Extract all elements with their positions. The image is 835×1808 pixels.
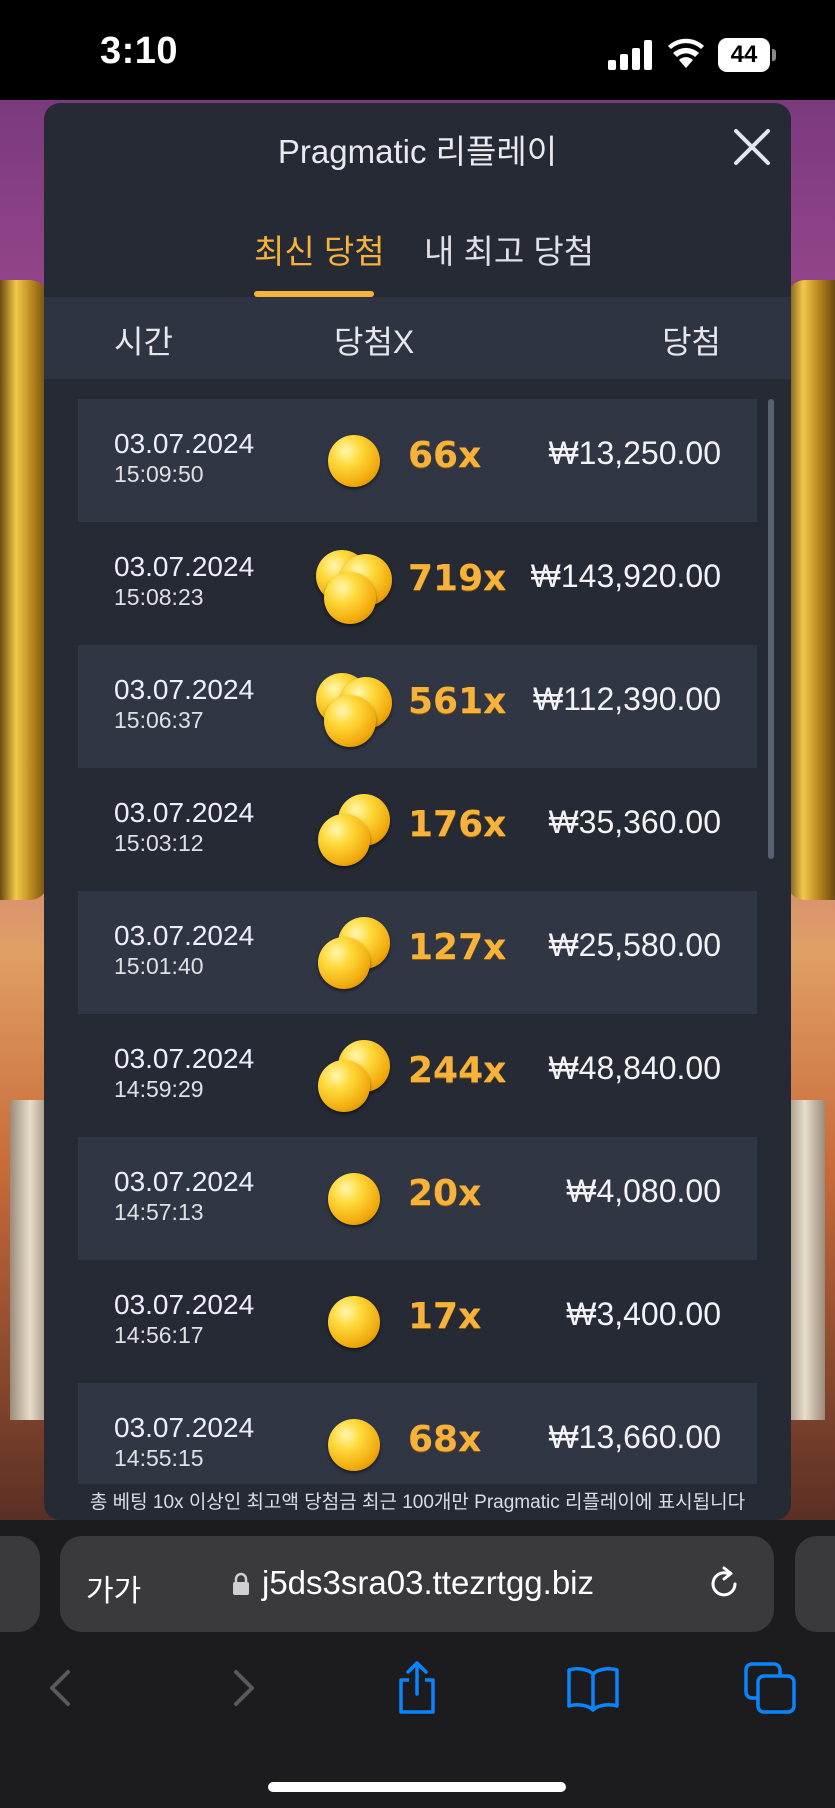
coin-icon bbox=[314, 1282, 394, 1362]
lock-icon bbox=[233, 1572, 249, 1595]
gold-coin bbox=[328, 1173, 380, 1225]
win-multiplier: 244x bbox=[408, 1050, 507, 1091]
win-time: 14:56:17 bbox=[114, 1322, 204, 1348]
battery-level: 44 bbox=[718, 38, 770, 72]
win-time: 14:59:29 bbox=[114, 1076, 204, 1102]
win-time: 14:57:13 bbox=[114, 1199, 204, 1225]
win-amount: ₩35,360.00 bbox=[548, 804, 721, 840]
back-icon[interactable] bbox=[34, 1660, 90, 1716]
win-multiplier: 561x bbox=[408, 681, 507, 722]
win-amount: ₩3,400.00 bbox=[566, 1296, 721, 1332]
text-size-button[interactable]: 가가 bbox=[86, 1566, 141, 1610]
battery-icon: 44 bbox=[718, 38, 776, 72]
win-date: 03.07.2024 bbox=[114, 1043, 255, 1074]
coin-icon bbox=[314, 1159, 394, 1239]
home-indicator bbox=[268, 1782, 566, 1792]
coin-pair-icon bbox=[314, 790, 394, 870]
coin-pair-icon bbox=[314, 1036, 394, 1116]
status-time: 3:10 bbox=[100, 30, 179, 72]
win-time: 15:09:50 bbox=[114, 461, 204, 487]
win-multiplier: 719x bbox=[408, 558, 507, 599]
win-date: 03.07.2024 bbox=[114, 920, 255, 951]
win-row[interactable]: 03.07.2024 15:03:12 176x ₩35,360.00 bbox=[78, 768, 757, 891]
win-time: 15:03:12 bbox=[114, 830, 204, 856]
gold-pillar-left bbox=[0, 280, 48, 900]
win-row[interactable]: 03.07.2024 14:55:15 68x ₩13,660.00 bbox=[78, 1383, 757, 1484]
column-multiplier: 당첨X bbox=[334, 324, 415, 360]
marble-column-right bbox=[785, 1100, 825, 1420]
gold-coin bbox=[318, 1060, 370, 1112]
list-scrollbar[interactable] bbox=[768, 399, 774, 859]
win-date: 03.07.2024 bbox=[114, 1289, 255, 1320]
gold-coin bbox=[318, 937, 370, 989]
win-date: 03.07.2024 bbox=[114, 797, 255, 828]
next-tab-preview[interactable] bbox=[795, 1536, 835, 1632]
win-multiplier: 68x bbox=[408, 1419, 482, 1460]
gold-pillar-right bbox=[787, 280, 835, 900]
win-row[interactable]: 03.07.2024 15:08:23 719x ₩143,920.00 bbox=[78, 522, 757, 645]
win-multiplier: 17x bbox=[408, 1296, 482, 1337]
gold-coin bbox=[328, 1419, 380, 1471]
win-time: 15:08:23 bbox=[114, 584, 204, 610]
coin-stack-icon bbox=[314, 544, 394, 624]
gold-coin bbox=[328, 1296, 380, 1348]
replay-modal: Pragmatic 리플레이 최신 당첨 내 최고 당첨 시간 당첨X 당첨 0… bbox=[44, 103, 791, 1520]
wifi-icon bbox=[668, 38, 704, 68]
win-time: 15:01:40 bbox=[114, 953, 204, 979]
gold-coin bbox=[318, 814, 370, 866]
win-list[interactable]: 03.07.2024 15:09:50 66x ₩13,250.00 03.07… bbox=[78, 399, 757, 1484]
win-date: 03.07.2024 bbox=[114, 1412, 255, 1443]
win-multiplier: 127x bbox=[408, 927, 507, 968]
win-time: 15:06:37 bbox=[114, 707, 204, 733]
coin-stack-icon bbox=[314, 667, 394, 747]
coin-pair-icon bbox=[314, 913, 394, 993]
win-multiplier: 20x bbox=[408, 1173, 482, 1214]
win-amount: ₩48,840.00 bbox=[548, 1050, 721, 1086]
win-row[interactable]: 03.07.2024 15:09:50 66x ₩13,250.00 bbox=[78, 399, 757, 522]
win-multiplier: 176x bbox=[408, 804, 507, 845]
coin-icon bbox=[314, 421, 394, 501]
column-win: 당첨 bbox=[662, 324, 721, 360]
tab-latest-wins[interactable]: 최신 당첨 bbox=[254, 225, 385, 273]
gold-coin bbox=[324, 572, 376, 624]
tab-my-best-wins[interactable]: 내 최고 당첨 bbox=[424, 225, 594, 273]
win-amount: ₩25,580.00 bbox=[548, 927, 721, 963]
reload-icon[interactable] bbox=[704, 1564, 744, 1604]
win-multiplier: 66x bbox=[408, 435, 482, 476]
win-amount: ₩13,660.00 bbox=[548, 1419, 721, 1455]
win-row[interactable]: 03.07.2024 14:57:13 20x ₩4,080.00 bbox=[78, 1137, 757, 1260]
win-time: 14:55:15 bbox=[114, 1445, 204, 1471]
bookmarks-icon[interactable] bbox=[565, 1660, 621, 1716]
modal-title: Pragmatic 리플레이 bbox=[277, 133, 558, 170]
share-icon[interactable] bbox=[389, 1660, 445, 1716]
coin-icon bbox=[314, 1405, 394, 1484]
footnote: 총 베팅 10x 이상인 최고액 당첨금 최근 100개만 Pragmatic … bbox=[89, 1492, 746, 1513]
browser-chrome: 가가 j5ds3sra03.ttezrtgg.biz bbox=[0, 1520, 835, 1808]
win-date: 03.07.2024 bbox=[114, 428, 255, 459]
gold-coin bbox=[324, 695, 376, 747]
win-row[interactable]: 03.07.2024 14:59:29 244x ₩48,840.00 bbox=[78, 1014, 757, 1137]
win-amount: ₩13,250.00 bbox=[548, 435, 721, 471]
address-bar[interactable]: 가가 j5ds3sra03.ttezrtgg.biz bbox=[60, 1536, 774, 1632]
win-row[interactable]: 03.07.2024 14:56:17 17x ₩3,400.00 bbox=[78, 1260, 757, 1383]
win-amount: ₩4,080.00 bbox=[566, 1173, 721, 1209]
win-row[interactable]: 03.07.2024 15:01:40 127x ₩25,580.00 bbox=[78, 891, 757, 1014]
url-text[interactable]: j5ds3sra03.ttezrtgg.biz bbox=[262, 1564, 594, 1602]
gold-coin bbox=[328, 435, 380, 487]
forward-icon[interactable] bbox=[214, 1660, 270, 1716]
close-icon[interactable] bbox=[730, 125, 774, 169]
column-time: 시간 bbox=[114, 324, 173, 360]
win-amount: ₩112,390.00 bbox=[533, 681, 721, 717]
win-date: 03.07.2024 bbox=[114, 551, 255, 582]
win-date: 03.07.2024 bbox=[114, 1166, 255, 1197]
tabs-icon[interactable] bbox=[742, 1660, 798, 1716]
column-header: 시간 당첨X 당첨 bbox=[44, 297, 791, 379]
cellular-signal-icon bbox=[608, 40, 652, 70]
win-date: 03.07.2024 bbox=[114, 674, 255, 705]
win-row[interactable]: 03.07.2024 15:06:37 561x ₩112,390.00 bbox=[78, 645, 757, 768]
status-bar: 3:10 44 bbox=[0, 0, 835, 100]
win-amount: ₩143,920.00 bbox=[530, 558, 721, 594]
previous-tab-preview[interactable] bbox=[0, 1536, 40, 1632]
